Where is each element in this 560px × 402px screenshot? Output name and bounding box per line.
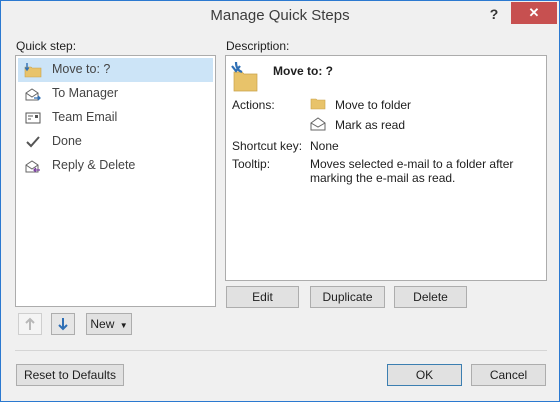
chevron-down-icon: ▼ xyxy=(119,321,128,330)
arrow-up-icon xyxy=(24,317,36,334)
actions-label: Actions: xyxy=(232,98,275,112)
dialog-title: Manage Quick Steps xyxy=(210,7,350,24)
action-mark-as-read: Mark as read xyxy=(335,118,406,132)
folder-icon xyxy=(310,96,326,113)
list-item-team-email[interactable]: Team Email xyxy=(18,106,213,130)
arrow-down-icon xyxy=(57,317,69,334)
move-folder-large-icon xyxy=(230,60,258,95)
close-button[interactable]: ✕ xyxy=(511,2,557,24)
cancel-button[interactable]: Cancel xyxy=(471,364,546,386)
quick-step-list[interactable]: Move to: ? To Manager Team Email Done Re… xyxy=(15,55,216,307)
reset-to-defaults-button[interactable]: Reset to Defaults xyxy=(16,364,124,386)
list-item-label: Done xyxy=(52,134,82,148)
open-envelope-icon xyxy=(310,117,326,134)
list-item-done[interactable]: Done xyxy=(18,130,213,154)
help-button[interactable]: ? xyxy=(483,3,505,25)
list-item-label: To Manager xyxy=(52,86,119,100)
new-button[interactable]: New ▼ xyxy=(86,313,132,335)
shortcut-key-value: None xyxy=(310,139,339,153)
move-down-button[interactable] xyxy=(51,313,75,335)
tooltip-text-line-1: Moves selected e-mail to a folder after xyxy=(310,157,514,171)
folder-arrow-icon xyxy=(24,62,42,78)
reply-delete-icon xyxy=(24,158,42,174)
edit-button[interactable]: Edit xyxy=(226,286,299,308)
manage-quick-steps-dialog: Manage Quick Steps ? ✕ Quick step: Move … xyxy=(0,0,560,402)
new-button-label: New xyxy=(90,317,115,331)
tooltip-text-line-2: marking the e-mail as read. xyxy=(310,171,456,185)
list-item-label: Reply & Delete xyxy=(52,158,136,172)
list-item-label: Move to: ? xyxy=(52,62,111,76)
shortcut-key-label: Shortcut key: xyxy=(232,139,303,153)
list-item-reply-delete[interactable]: Reply & Delete xyxy=(18,154,213,178)
tooltip-label: Tooltip: xyxy=(232,157,271,171)
move-up-button[interactable] xyxy=(18,313,42,335)
action-move-to-folder: Move to folder xyxy=(335,98,412,112)
description-heading: Move to: ? xyxy=(273,64,333,78)
checkmark-icon xyxy=(24,134,42,150)
team-email-icon xyxy=(24,110,42,126)
divider xyxy=(15,350,547,351)
delete-button[interactable]: Delete xyxy=(394,286,467,308)
list-item-move-to[interactable]: Move to: ? xyxy=(18,58,213,82)
description-label: Description: xyxy=(226,39,290,53)
list-item-to-manager[interactable]: To Manager xyxy=(18,82,213,106)
forward-mail-icon xyxy=(24,86,42,102)
duplicate-button[interactable]: Duplicate xyxy=(310,286,385,308)
description-panel: Move to: ? Actions: Move to folder Mark … xyxy=(225,55,547,281)
quick-step-label: Quick step: xyxy=(16,39,77,53)
title-bar: Manage Quick Steps ? ✕ xyxy=(1,1,559,33)
ok-button[interactable]: OK xyxy=(387,364,462,386)
list-item-label: Team Email xyxy=(52,110,118,124)
